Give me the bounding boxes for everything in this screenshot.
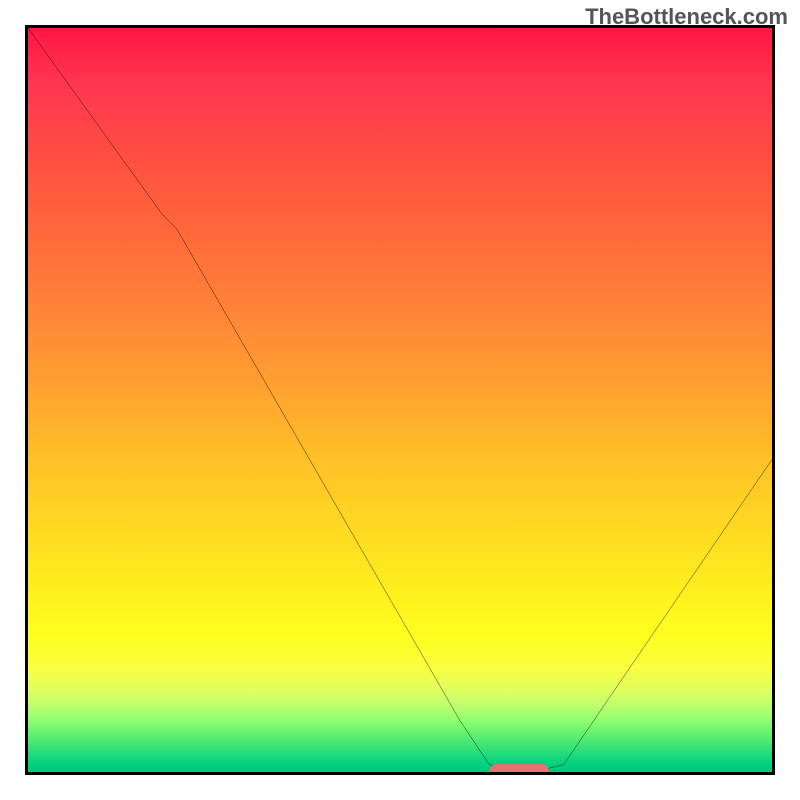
chart-plot-area [25, 25, 775, 775]
chart-curve-line [28, 28, 772, 772]
target-range-marker [489, 764, 549, 775]
watermark-text: TheBottleneck.com [585, 4, 788, 30]
chart-line-svg [28, 28, 772, 772]
